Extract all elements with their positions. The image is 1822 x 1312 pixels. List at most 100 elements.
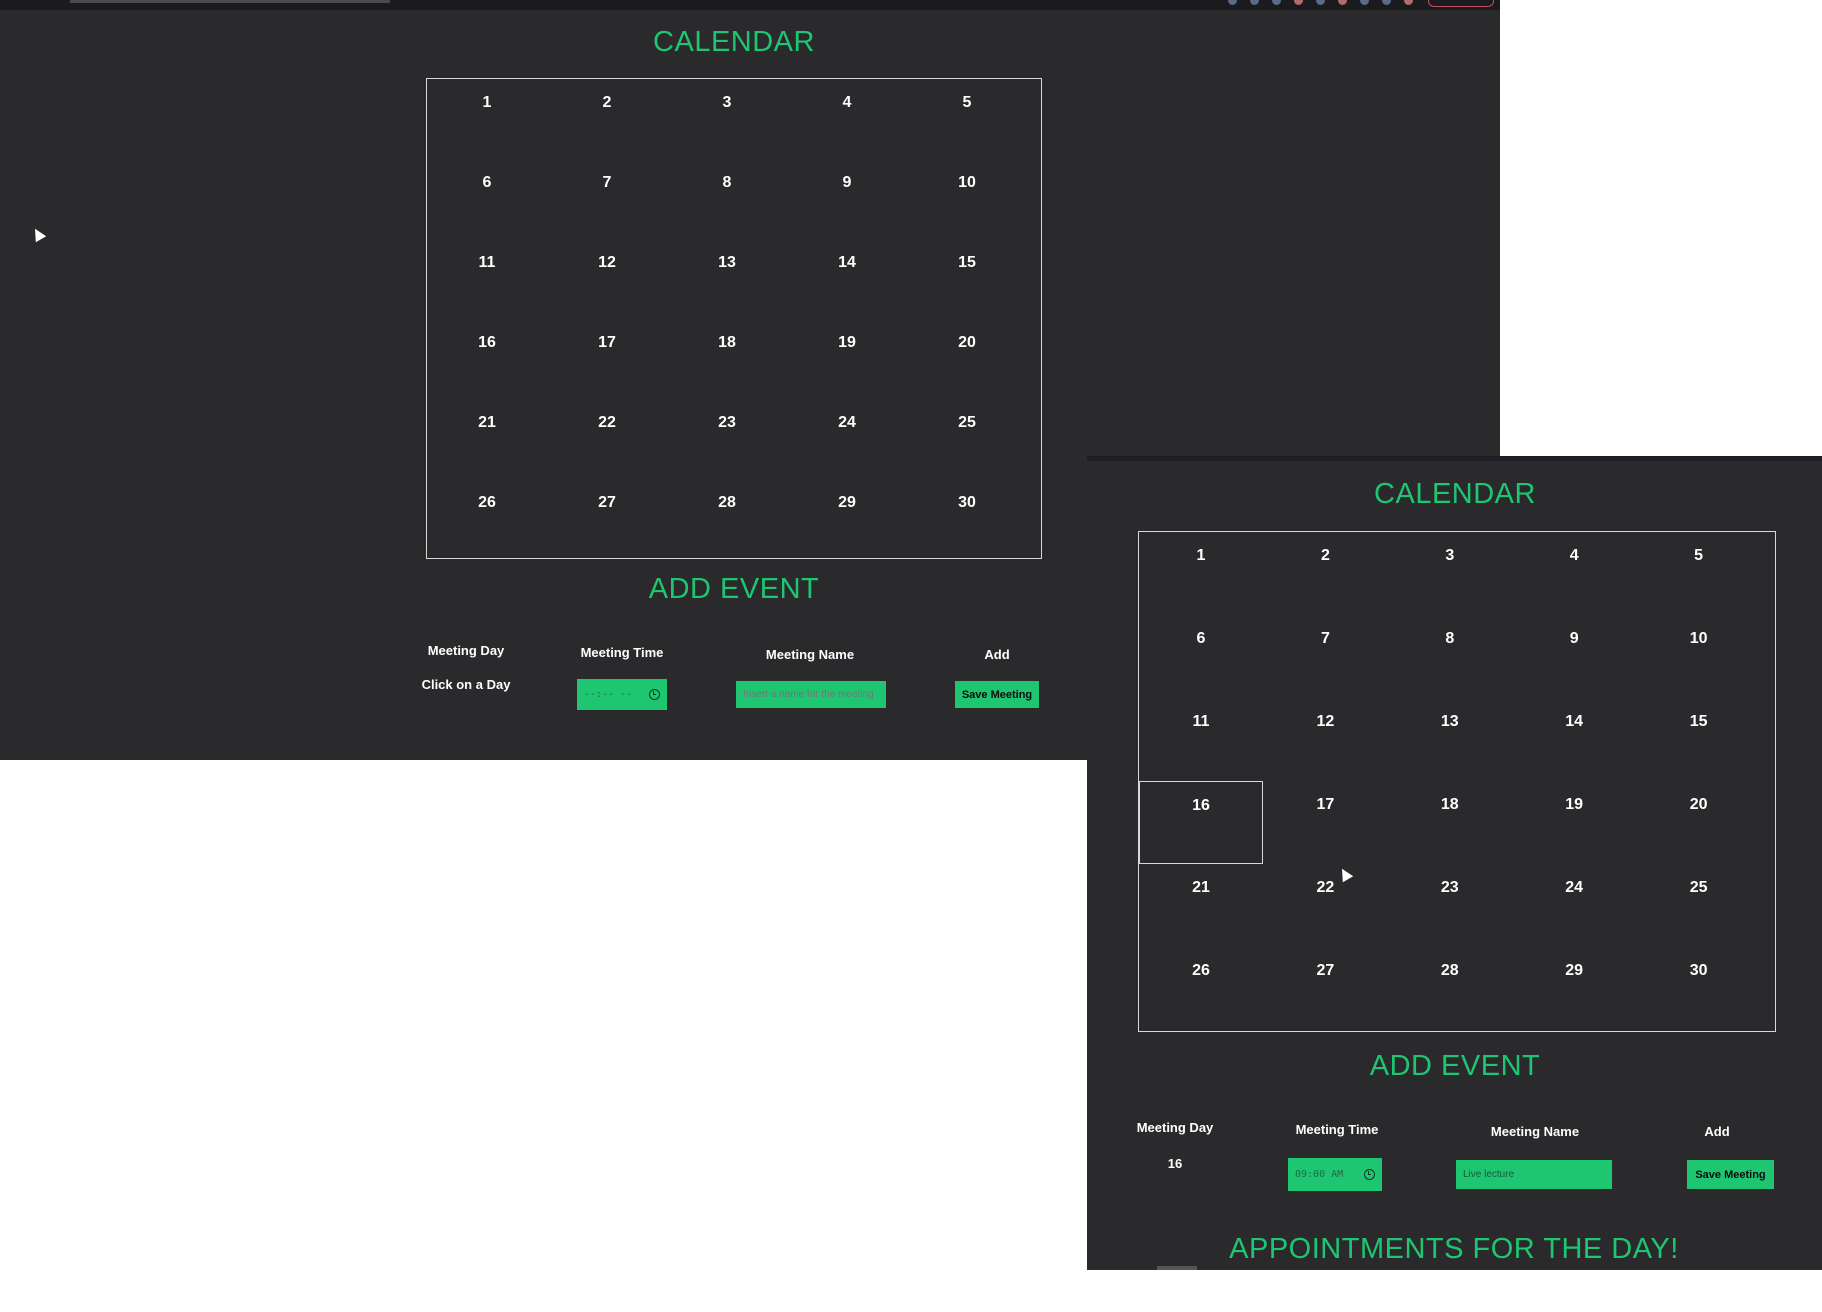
calendar-grid: 1 2 3 4 5 6 7 8 9 10 11 12 13 14 15 16 17 18 19 20 21 22 23 24 2…: [426, 78, 1042, 559]
extension-icon[interactable]: [1360, 0, 1369, 5]
calendar-day-19[interactable]: 19: [1512, 781, 1636, 864]
calendar-day-10[interactable]: 10: [907, 159, 1027, 239]
calendar-day-21[interactable]: 21: [427, 399, 547, 479]
calendar-day-9[interactable]: 9: [787, 159, 907, 239]
calendar-day-29[interactable]: 29: [1512, 947, 1636, 1030]
extension-icon[interactable]: [1294, 0, 1303, 5]
calendar-day-15[interactable]: 15: [907, 239, 1027, 319]
extension-icon[interactable]: [1250, 0, 1259, 5]
meeting-name-label: Meeting Name: [1490, 1124, 1580, 1139]
profile-button[interactable]: [1428, 0, 1494, 7]
calendar-day-12[interactable]: 12: [1263, 698, 1387, 781]
calendar-title: CALENDAR: [653, 26, 815, 58]
calendar-day-27[interactable]: 27: [547, 479, 667, 559]
calendar-day-16[interactable]: 16: [1139, 781, 1263, 864]
browser-toolbar: [1087, 456, 1822, 461]
meeting-day-label: Meeting Day: [1136, 1120, 1214, 1135]
meeting-day-label: Meeting Day: [427, 643, 505, 658]
add-label: Add: [984, 647, 1010, 662]
calendar-app-window-after: CALENDAR 1 2 3 4 5 6 7 8 9 10 11 12 13 14 15 16 17 18 19 20…: [1087, 456, 1822, 1270]
extension-icon[interactable]: [1404, 0, 1413, 5]
clock-icon: [649, 689, 660, 700]
calendar-day-23[interactable]: 23: [667, 399, 787, 479]
add-event-title: ADD EVENT: [1369, 1050, 1541, 1082]
calendar-day-2[interactable]: 2: [547, 79, 667, 159]
calendar-day-6[interactable]: 6: [1139, 615, 1263, 698]
calendar-day-3[interactable]: 3: [1388, 532, 1512, 615]
calendar-day-8[interactable]: 8: [667, 159, 787, 239]
calendar-day-30[interactable]: 30: [907, 479, 1027, 559]
calendar-day-1[interactable]: 1: [427, 79, 547, 159]
extension-icon[interactable]: [1382, 0, 1391, 5]
browser-toolbar: [0, 0, 1500, 10]
meeting-time-input[interactable]: 09:00 AM: [1288, 1158, 1382, 1191]
meeting-time-input[interactable]: --:-- --: [577, 679, 667, 710]
calendar-day-23[interactable]: 23: [1388, 864, 1512, 947]
calendar-day-26[interactable]: 26: [427, 479, 547, 559]
calendar-day-25[interactable]: 25: [1637, 864, 1761, 947]
calendar-day-11[interactable]: 11: [427, 239, 547, 319]
address-bar[interactable]: [70, 0, 390, 3]
calendar-day-26[interactable]: 26: [1139, 947, 1263, 1030]
calendar-day-19[interactable]: 19: [787, 319, 907, 399]
calendar-day-27[interactable]: 27: [1263, 947, 1387, 1030]
calendar-day-21[interactable]: 21: [1139, 864, 1263, 947]
calendar-day-28[interactable]: 28: [667, 479, 787, 559]
calendar-day-24[interactable]: 24: [1512, 864, 1636, 947]
meeting-name-input[interactable]: [736, 681, 886, 708]
calendar-day-20[interactable]: 20: [1637, 781, 1761, 864]
calendar-day-7[interactable]: 7: [547, 159, 667, 239]
extension-icon[interactable]: [1316, 0, 1325, 5]
calendar-day-5[interactable]: 5: [1637, 532, 1761, 615]
calendar-day-29[interactable]: 29: [787, 479, 907, 559]
extension-icon[interactable]: [1338, 0, 1347, 5]
time-input-value: --:-- --: [584, 689, 633, 700]
calendar-day-18[interactable]: 18: [667, 319, 787, 399]
calendar-day-13[interactable]: 13: [1388, 698, 1512, 781]
calendar-day-17[interactable]: 17: [1263, 781, 1387, 864]
calendar-day-2[interactable]: 2: [1263, 532, 1387, 615]
meeting-name-input[interactable]: [1456, 1160, 1612, 1189]
scrollbar-thumb[interactable]: [1157, 1266, 1197, 1270]
meeting-day-value: 16: [1167, 1156, 1183, 1171]
calendar-title: CALENDAR: [1374, 478, 1536, 510]
meeting-name-label: Meeting Name: [765, 647, 855, 662]
calendar-day-14[interactable]: 14: [1512, 698, 1636, 781]
add-label: Add: [1704, 1124, 1730, 1139]
extension-icon[interactable]: [1272, 0, 1281, 5]
save-meeting-button[interactable]: Save Meeting: [1687, 1160, 1774, 1189]
clock-icon: [1364, 1169, 1375, 1180]
mouse-cursor: [29, 225, 47, 243]
calendar-day-12[interactable]: 12: [547, 239, 667, 319]
calendar-day-9[interactable]: 9: [1512, 615, 1636, 698]
calendar-day-6[interactable]: 6: [427, 159, 547, 239]
calendar-day-14[interactable]: 14: [787, 239, 907, 319]
calendar-day-3[interactable]: 3: [667, 79, 787, 159]
calendar-day-10[interactable]: 10: [1637, 615, 1761, 698]
calendar-day-28[interactable]: 28: [1388, 947, 1512, 1030]
calendar-day-1[interactable]: 1: [1139, 532, 1263, 615]
calendar-day-22[interactable]: 22: [547, 399, 667, 479]
time-input-value: 09:00 AM: [1295, 1169, 1344, 1180]
calendar-day-18[interactable]: 18: [1388, 781, 1512, 864]
calendar-day-20[interactable]: 20: [907, 319, 1027, 399]
meeting-day-value: Click on a Day: [421, 677, 511, 692]
calendar-day-17[interactable]: 17: [547, 319, 667, 399]
calendar-day-13[interactable]: 13: [667, 239, 787, 319]
calendar-day-11[interactable]: 11: [1139, 698, 1263, 781]
calendar-day-7[interactable]: 7: [1263, 615, 1387, 698]
calendar-day-4[interactable]: 4: [1512, 532, 1636, 615]
calendar-day-5[interactable]: 5: [907, 79, 1027, 159]
calendar-day-22[interactable]: 22: [1263, 864, 1387, 947]
meeting-time-label: Meeting Time: [580, 645, 664, 660]
calendar-day-25[interactable]: 25: [907, 399, 1027, 479]
add-event-title: ADD EVENT: [648, 573, 820, 605]
calendar-day-4[interactable]: 4: [787, 79, 907, 159]
calendar-day-15[interactable]: 15: [1637, 698, 1761, 781]
save-meeting-button[interactable]: Save Meeting: [955, 681, 1039, 708]
extension-icon[interactable]: [1228, 0, 1237, 5]
calendar-day-8[interactable]: 8: [1388, 615, 1512, 698]
calendar-day-30[interactable]: 30: [1637, 947, 1761, 1030]
calendar-day-24[interactable]: 24: [787, 399, 907, 479]
calendar-day-16[interactable]: 16: [427, 319, 547, 399]
